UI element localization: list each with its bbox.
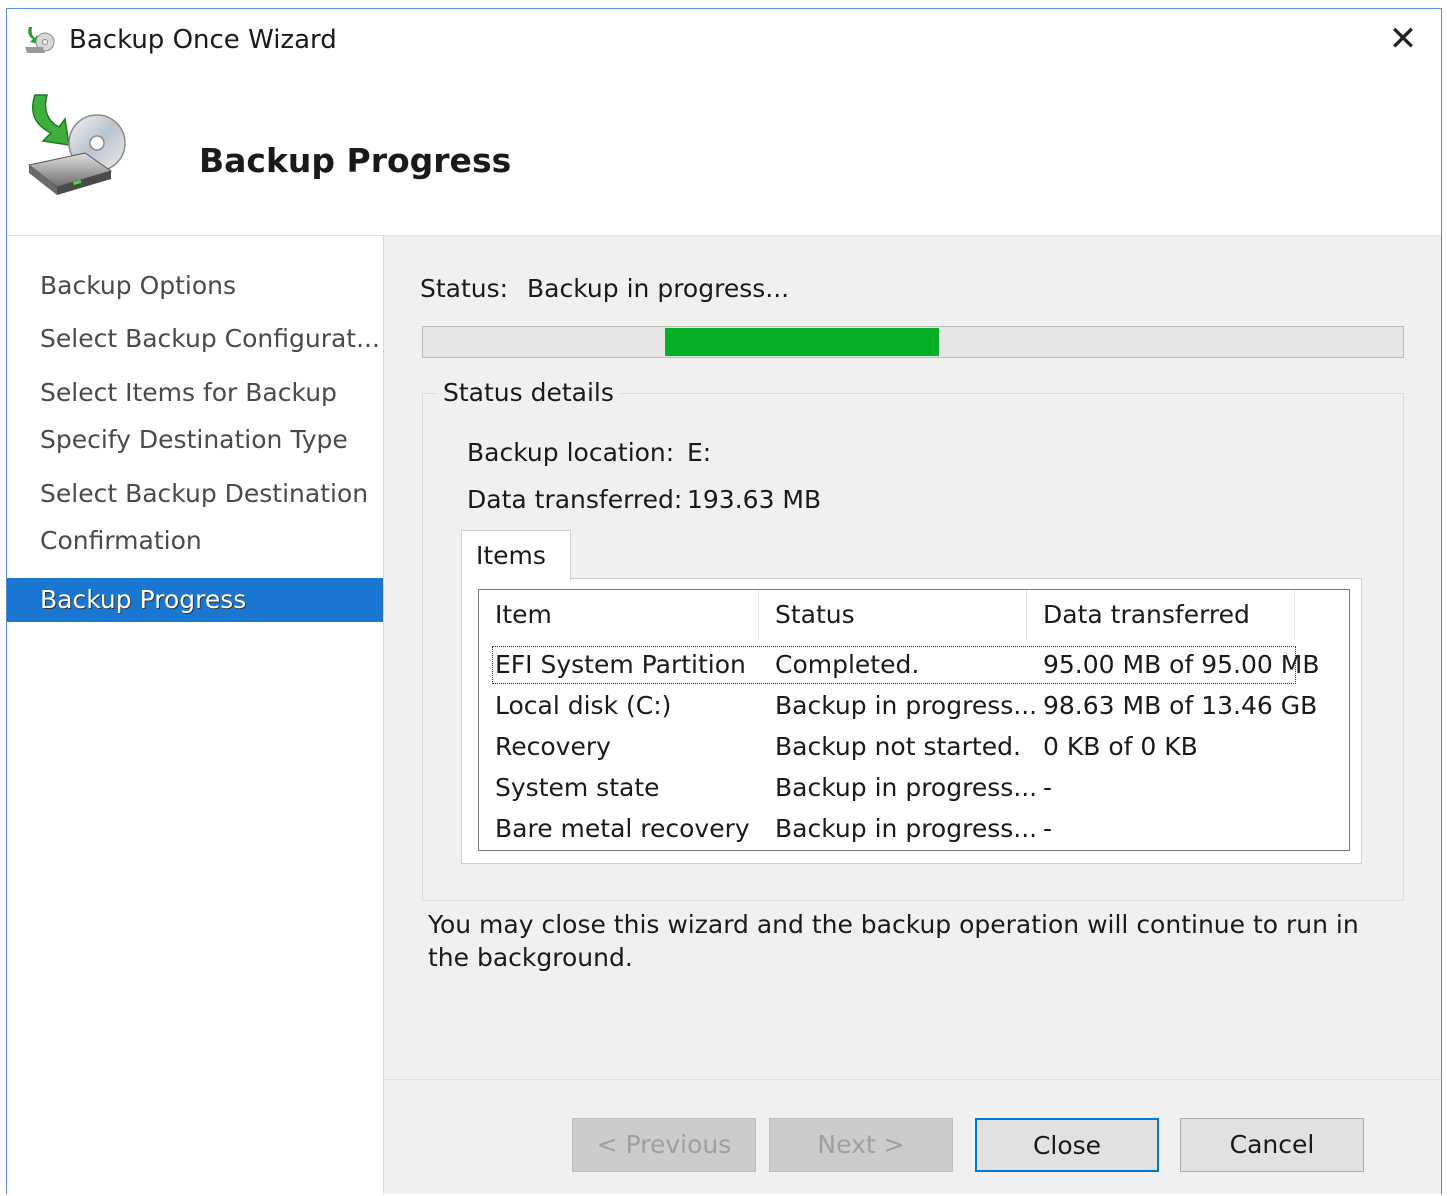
nav-step-confirmation[interactable]: Confirmation [7, 519, 383, 563]
column-header-item[interactable]: Item [479, 590, 759, 640]
cell-data-transferred: - [1043, 814, 1053, 843]
nav-step-backup-destination[interactable]: Select Backup Destination [7, 472, 383, 516]
window-title: Backup Once Wizard [69, 25, 337, 55]
wizard-window: Backup Once Wizard ✕ Backup Progress Bac… [6, 8, 1442, 1194]
status-value: Backup in progress... [527, 274, 790, 303]
footer-divider [384, 1079, 1441, 1080]
backup-progress-bar [422, 326, 1404, 358]
cancel-button[interactable]: Cancel [1180, 1118, 1364, 1172]
cell-item: EFI System Partition [495, 650, 746, 679]
table-row[interactable]: System state Backup in progress... - [479, 768, 1349, 808]
backup-location-value: E: [687, 438, 712, 467]
status-label: Status: [420, 274, 509, 303]
cell-item: Recovery [495, 732, 611, 761]
table-row[interactable]: Bare metal recovery Backup in progress..… [479, 809, 1349, 849]
table-row[interactable]: Local disk (C:) Backup in progress... 98… [479, 686, 1349, 726]
column-header-data-transferred[interactable]: Data transferred [1027, 590, 1295, 640]
backup-location-label: Backup location: [467, 438, 675, 467]
cell-status: Backup in progress... [775, 773, 1038, 802]
tab-items[interactable]: Items [461, 530, 571, 580]
cell-item: Bare metal recovery [495, 814, 750, 843]
backup-wizard-icon [21, 91, 131, 201]
close-icon[interactable]: ✕ [1383, 19, 1423, 59]
main-pane: Status: Backup in progress... Status det… [384, 235, 1441, 1194]
cell-status: Backup not started. [775, 732, 1021, 761]
backup-app-icon [23, 25, 57, 55]
background-run-note: You may close this wizard and the backup… [428, 910, 1359, 972]
nav-step-select-items[interactable]: Select Items for Backup [7, 371, 383, 415]
title-bar: Backup Once Wizard ✕ [7, 9, 1441, 71]
data-transferred-label: Data transferred: [467, 485, 683, 514]
nav-step-select-backup-configuration[interactable]: Select Backup Configurat... [7, 317, 383, 361]
next-button[interactable]: Next > [769, 1118, 953, 1172]
wizard-header: Backup Progress [7, 71, 1441, 235]
cell-data-transferred: 0 KB of 0 KB [1043, 732, 1198, 761]
progress-bar-fill [665, 328, 939, 356]
table-row[interactable]: EFI System Partition Completed. 95.00 MB… [491, 645, 1320, 685]
nav-step-backup-options[interactable]: Backup Options [7, 264, 383, 308]
items-list-view[interactable]: Item Status Data transferred EFI System … [478, 589, 1350, 851]
cell-status: Completed. [775, 650, 920, 679]
column-header-status[interactable]: Status [759, 590, 1027, 640]
previous-button[interactable]: < Previous [572, 1118, 756, 1172]
cell-item: Local disk (C:) [495, 691, 672, 720]
nav-step-backup-progress[interactable]: Backup Progress [7, 578, 383, 622]
table-row[interactable]: Recovery Backup not started. 0 KB of 0 K… [479, 727, 1349, 767]
cell-data-transferred: 98.63 MB of 13.46 GB [1043, 691, 1318, 720]
cell-item: System state [495, 773, 660, 802]
close-button[interactable]: Close [975, 1118, 1159, 1172]
cell-status: Backup in progress... [775, 691, 1038, 720]
nav-step-destination-type[interactable]: Specify Destination Type [7, 418, 383, 462]
status-details-group: Status details Backup location: E: Data … [422, 378, 1404, 901]
list-header: Item Status Data transferred [479, 590, 1349, 640]
cell-data-transferred: - [1043, 773, 1053, 802]
page-title: Backup Progress [199, 141, 512, 180]
cell-status: Backup in progress... [775, 814, 1038, 843]
items-tab-panel: Item Status Data transferred EFI System … [461, 578, 1362, 864]
cell-data-transferred: 95.00 MB of 95.00 MB [1043, 650, 1320, 679]
status-details-legend: Status details [437, 378, 620, 407]
wizard-steps-nav: Backup Options Select Backup Configurat.… [7, 235, 384, 1194]
data-transferred-value: 193.63 MB [687, 485, 822, 514]
